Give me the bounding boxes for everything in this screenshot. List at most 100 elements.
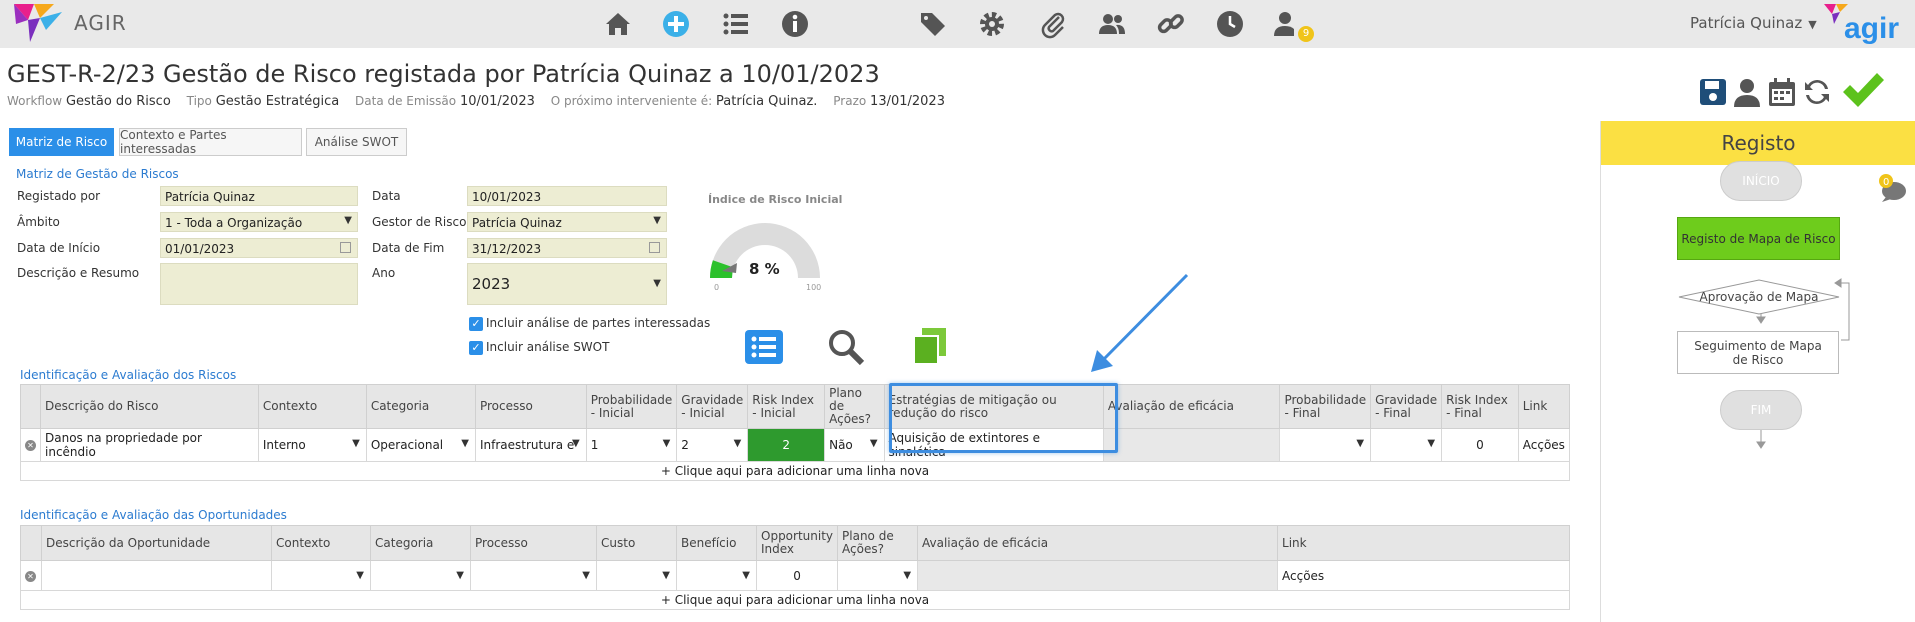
ano-value: 2023 bbox=[472, 275, 511, 293]
meta-value: Gestão Estratégica bbox=[215, 94, 340, 109]
avaliacao-eficacia-cell bbox=[917, 560, 1279, 591]
add-icon[interactable] bbox=[658, 6, 694, 42]
paperclip-icon[interactable] bbox=[1036, 6, 1072, 42]
page-title: GEST-R-2/23 Gestão de Risco registada po… bbox=[7, 60, 880, 88]
chevron-down-icon: ▼ bbox=[733, 438, 742, 449]
link-icon[interactable] bbox=[1153, 6, 1189, 42]
meta-value: Patrícia Quinaz. bbox=[716, 94, 818, 109]
col-header: Risk Index - Inicial bbox=[747, 384, 826, 429]
notification-badge: 9 bbox=[1298, 26, 1314, 42]
chevron-down-icon: ▼ bbox=[352, 438, 360, 449]
workflow-node-seguimento[interactable]: Seguimento de Mapa de Risco bbox=[1677, 331, 1839, 374]
chevron-down-icon: ▼ bbox=[653, 278, 661, 289]
remove-icon[interactable]: ✕ bbox=[25, 570, 36, 582]
checkbox-swot-label: Incluir análise SWOT bbox=[486, 340, 610, 354]
ambito-select[interactable]: 1 - Toda a Organização ▼ bbox=[160, 212, 358, 232]
tag-icon[interactable] bbox=[915, 6, 951, 42]
data-inicio-field[interactable]: 01/01/2023 bbox=[160, 238, 358, 258]
risks-table: Descrição do Risco Contexto Categoria Pr… bbox=[20, 384, 1571, 481]
descricao-field[interactable] bbox=[160, 263, 358, 305]
col-header: Custo bbox=[596, 525, 677, 561]
user-menu[interactable]: Patrícia Quinaz ▼ bbox=[1690, 14, 1817, 32]
plano-acoes-value: Não bbox=[829, 438, 853, 452]
estrategias-cell[interactable]: Aquisição de extintores e sinalética bbox=[883, 428, 1104, 462]
prob-final-select[interactable]: ▼ bbox=[1279, 428, 1372, 462]
label-data-inicio: Data de Início bbox=[17, 241, 101, 255]
checkmark-icon[interactable] bbox=[1840, 68, 1886, 112]
clock-icon[interactable] bbox=[1212, 6, 1248, 42]
contexto-value: Interno bbox=[262, 438, 306, 452]
list-view-icon[interactable] bbox=[745, 330, 783, 364]
label-ano: Ano bbox=[372, 266, 396, 280]
info-icon[interactable] bbox=[777, 6, 813, 42]
gestor-select[interactable]: Patrícia Quinaz ▼ bbox=[467, 212, 667, 232]
delete-row-cell[interactable]: ✕ bbox=[20, 560, 42, 591]
categoria-value: Operacional bbox=[370, 438, 444, 452]
gauge-value: 8 % bbox=[749, 260, 780, 278]
label-ambito: Âmbito bbox=[17, 215, 60, 229]
data-fim-field[interactable]: 31/12/2023 bbox=[467, 238, 667, 258]
refresh-icon[interactable] bbox=[1801, 76, 1833, 108]
col-header bbox=[20, 525, 42, 561]
workflow-panel: Registo 0 INÍCIO Registo de Mapa de Risc… bbox=[1600, 121, 1915, 622]
data-field[interactable]: 10/01/2023 bbox=[467, 186, 667, 206]
beneficio-select[interactable]: ▼ bbox=[676, 560, 757, 591]
grav-inicial-value: 2 bbox=[681, 438, 689, 452]
risk-description-cell[interactable]: Danos na propriedade por incêndio bbox=[40, 428, 259, 462]
user-icon[interactable] bbox=[1731, 76, 1763, 108]
col-header: Probabilidade - Final bbox=[1279, 384, 1372, 429]
categoria-select[interactable]: Operacional ▼ bbox=[365, 428, 476, 462]
user-name: Patrícia Quinaz bbox=[1690, 14, 1803, 32]
accoes-link[interactable]: Acções bbox=[1517, 428, 1571, 462]
gauge-max: 100 bbox=[806, 283, 821, 292]
tab-matriz-de-risco[interactable]: Matriz de Risco bbox=[9, 128, 114, 156]
custo-select[interactable]: ▼ bbox=[596, 560, 677, 591]
col-header: Avaliação de eficácia bbox=[917, 525, 1279, 561]
gestor-value: Patrícia Quinaz bbox=[472, 216, 562, 230]
checkbox-swot[interactable]: ✓ bbox=[469, 341, 483, 355]
workflow-node-inicio[interactable]: INÍCIO bbox=[1720, 161, 1802, 201]
plano-acoes-select[interactable]: ▼ bbox=[837, 560, 919, 591]
add-risk-row-link[interactable]: + Clique aqui para adicionar uma linha n… bbox=[20, 461, 1570, 481]
ano-select[interactable]: 2023 ▼ bbox=[467, 263, 667, 305]
workflow-node-fim[interactable]: FIM bbox=[1720, 390, 1802, 430]
accoes-link[interactable]: Acções bbox=[1277, 560, 1570, 591]
search-icon[interactable] bbox=[827, 328, 865, 366]
categoria-select[interactable]: ▼ bbox=[370, 560, 471, 591]
copy-icon[interactable] bbox=[912, 326, 948, 366]
agir-logo-icon[interactable] bbox=[10, 2, 66, 44]
calendar-icon[interactable] bbox=[340, 242, 351, 253]
checkbox-partes[interactable]: ✓ bbox=[469, 317, 483, 331]
tab-contexto[interactable]: Contexto e Partes interessadas bbox=[119, 128, 302, 156]
grav-inicial-select[interactable]: 2 ▼ bbox=[676, 428, 749, 462]
grav-final-select[interactable]: ▼ bbox=[1370, 428, 1443, 462]
risk-index-inicial-cell: 2 bbox=[747, 428, 826, 462]
save-icon[interactable] bbox=[1697, 76, 1729, 108]
list-icon[interactable] bbox=[718, 6, 754, 42]
tab-analise-swot[interactable]: Análise SWOT bbox=[306, 128, 407, 156]
plano-acoes-select[interactable]: Não ▼ bbox=[824, 428, 885, 462]
add-opportunity-row-link[interactable]: + Clique aqui para adicionar uma linha n… bbox=[20, 590, 1570, 610]
contexto-select[interactable]: ▼ bbox=[271, 560, 371, 591]
col-header: Descrição da Oportunidade bbox=[41, 525, 272, 561]
users-icon[interactable] bbox=[1094, 6, 1130, 42]
remove-icon[interactable]: ✕ bbox=[25, 440, 36, 451]
opportunity-index-cell: 0 bbox=[755, 560, 839, 591]
calendar-icon[interactable] bbox=[649, 242, 660, 253]
prob-inicial-select[interactable]: 1 ▼ bbox=[585, 428, 678, 462]
processo-select[interactable]: ▼ bbox=[470, 560, 597, 591]
home-icon[interactable] bbox=[600, 6, 636, 42]
col-header: Opportunity Index bbox=[755, 525, 839, 561]
workflow-node-aprovacao[interactable]: Aprovação de Mapa bbox=[1677, 279, 1841, 315]
section-title-matriz: Matriz de Gestão de Riscos bbox=[16, 167, 179, 181]
registado-por-field[interactable]: Patrícia Quinaz bbox=[160, 186, 358, 206]
delete-row-cell[interactable]: ✕ bbox=[20, 428, 41, 462]
contexto-select[interactable]: Interno ▼ bbox=[257, 428, 367, 462]
calendar-icon[interactable] bbox=[1766, 76, 1798, 108]
workflow-node-registo[interactable]: Registo de Mapa de Risco bbox=[1677, 217, 1840, 260]
opportunity-description-cell[interactable] bbox=[41, 560, 272, 591]
processo-select[interactable]: Infraestrutura e ▼ bbox=[474, 428, 587, 462]
gear-icon[interactable] bbox=[974, 6, 1010, 42]
chevron-down-icon: ▼ bbox=[653, 215, 661, 226]
meta-label: Prazo bbox=[833, 94, 867, 108]
